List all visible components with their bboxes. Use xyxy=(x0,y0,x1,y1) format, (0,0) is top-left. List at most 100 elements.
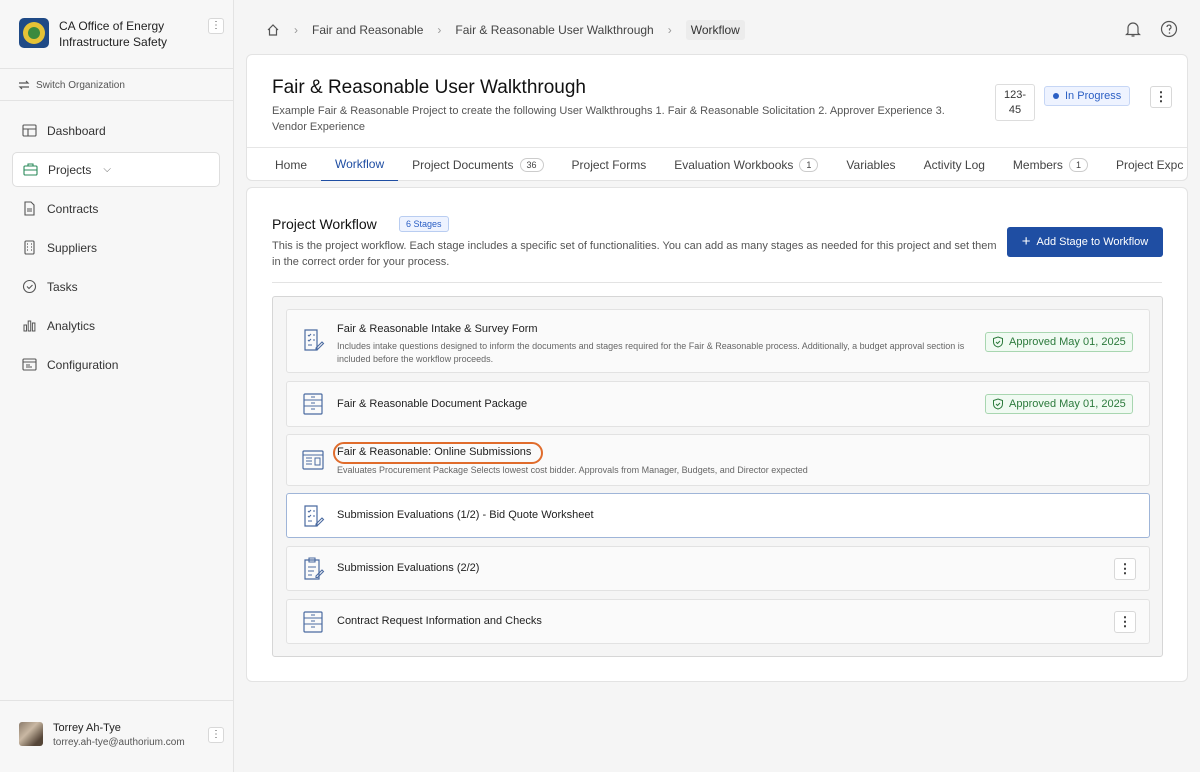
workflow-description: This is the project workflow. Each stage… xyxy=(272,240,997,268)
add-stage-button[interactable]: + Add Stage to Workflow xyxy=(1007,227,1163,257)
user-email: torrey.ah-tye@authorium.com xyxy=(53,737,185,748)
sidebar-item-label: Configuration xyxy=(47,357,119,372)
sidebar-item-projects[interactable]: Projects ⌵ xyxy=(12,152,220,187)
sidebar-item-label: Tasks xyxy=(47,279,78,294)
approved-badge: Approved May 01, 2025 xyxy=(985,332,1133,352)
stage-title: Fair & Reasonable Document Package xyxy=(337,398,528,410)
tab-evaluation-workbooks[interactable]: Evaluation Workbooks 1 xyxy=(660,148,832,181)
count-badge: 1 xyxy=(1068,158,1088,172)
stage-list: Fair & Reasonable Intake & Survey Form I… xyxy=(272,296,1163,657)
stage-menu-button[interactable]: ⋮ xyxy=(1114,611,1136,633)
stage-description: Evaluates Procurement Package Selects lo… xyxy=(337,465,808,475)
stage-item[interactable]: Fair & Reasonable: Online Submissions Ev… xyxy=(286,434,1150,486)
chevron-right-icon: › xyxy=(437,23,442,37)
breadcrumb-link[interactable]: Fair & Reasonable User Walkthrough xyxy=(455,23,653,37)
online-form-icon xyxy=(302,450,324,470)
chevron-down-icon: ⌵ xyxy=(103,164,111,175)
check-circle-icon xyxy=(22,279,37,294)
shield-check-icon xyxy=(993,336,1003,348)
clipboard-edit-icon xyxy=(304,557,325,580)
project-id: 123- 45 xyxy=(995,84,1035,121)
chevron-right-icon: › xyxy=(667,23,672,37)
tab-label: Home xyxy=(275,158,308,172)
tab-label: Activity Log xyxy=(923,158,985,172)
bar-chart-icon xyxy=(23,320,36,332)
sidebar-item-tasks[interactable]: Tasks xyxy=(12,269,220,304)
count-badge: 36 xyxy=(519,158,544,172)
org-menu-button[interactable]: ⋮ xyxy=(208,18,224,34)
stage-menu-button[interactable]: ⋮ xyxy=(1114,558,1136,580)
sidebar-divider xyxy=(0,100,233,101)
home-icon[interactable] xyxy=(266,23,280,37)
stage-item[interactable]: Fair & Reasonable Intake & Survey Form I… xyxy=(286,309,1150,373)
user-profile[interactable]: Torrey Ah-Tye torrey.ah-tye@authorium.co… xyxy=(0,700,233,772)
tab-label: Project Documents xyxy=(412,158,514,172)
tab-label: Project Expc xyxy=(1115,158,1184,172)
user-menu-button[interactable]: ⋮ xyxy=(208,727,224,743)
sidebar-item-label: Projects xyxy=(48,162,92,177)
approved-badge: Approved May 01, 2025 xyxy=(985,394,1133,414)
sidebar-item-dashboard[interactable]: Dashboard xyxy=(12,113,220,148)
count-badge: 1 xyxy=(799,158,819,172)
stage-item[interactable]: Contract Request Information and Checks … xyxy=(286,599,1150,644)
stage-title: Contract Request Information and Checks xyxy=(337,615,542,627)
tab-home[interactable]: Home xyxy=(247,148,321,181)
top-bar: › Fair and Reasonable › Fair & Reasonabl… xyxy=(234,0,1200,58)
tab-project-export[interactable]: Project Expc xyxy=(1102,148,1187,181)
status-label: In Progress xyxy=(1065,90,1122,102)
tab-workflow[interactable]: Workflow xyxy=(321,148,399,181)
tab-label: Variables xyxy=(846,158,896,172)
stage-item[interactable]: Fair & Reasonable Document Package Appro… xyxy=(286,381,1150,427)
plus-icon: + xyxy=(1021,233,1031,250)
switch-icon xyxy=(18,80,30,90)
building-icon xyxy=(24,240,35,255)
page-title: Fair & Reasonable User Walkthrough xyxy=(272,77,586,98)
approved-label: Approved May 01, 2025 xyxy=(1009,398,1126,410)
bell-icon[interactable] xyxy=(1124,20,1142,38)
help-icon[interactable] xyxy=(1160,20,1178,38)
file-cabinet-icon xyxy=(303,611,323,633)
tab-label: Members xyxy=(1012,158,1063,172)
settings-panel-icon xyxy=(22,358,37,371)
breadcrumb-current: Workflow xyxy=(685,20,745,40)
tab-label: Workflow xyxy=(335,157,385,171)
sidebar-item-suppliers[interactable]: Suppliers xyxy=(12,230,220,265)
org-logo xyxy=(19,18,49,48)
tab-project-documents[interactable]: Project Documents 36 xyxy=(398,148,557,181)
breadcrumb: › Fair and Reasonable › Fair & Reasonabl… xyxy=(266,20,745,40)
tab-variables[interactable]: Variables xyxy=(832,148,909,181)
project-id-line: 45 xyxy=(1008,104,1022,116)
file-cabinet-icon xyxy=(303,393,323,415)
document-icon xyxy=(24,201,35,216)
project-menu-button[interactable]: ⋮ xyxy=(1150,86,1172,108)
chevron-right-icon: › xyxy=(294,23,298,37)
switch-organization-label: Switch Organization xyxy=(36,79,125,91)
project-id-line: 123- xyxy=(1003,89,1027,101)
approved-label: Approved May 01, 2025 xyxy=(1009,336,1126,348)
breadcrumb-link[interactable]: Fair and Reasonable xyxy=(312,23,423,37)
tab-activity-log[interactable]: Activity Log xyxy=(910,148,999,181)
workflow-title: Project Workflow xyxy=(272,216,377,232)
org-header[interactable]: CA Office of Energy Infrastructure Safet… xyxy=(0,0,233,69)
stage-item[interactable]: Submission Evaluations (1/2) - Bid Quote… xyxy=(286,493,1150,538)
stage-description: Includes intake questions designed to in… xyxy=(337,341,965,364)
sidebar-item-analytics[interactable]: Analytics xyxy=(12,308,220,343)
user-name: Torrey Ah-Tye xyxy=(53,722,121,734)
stage-item[interactable]: Submission Evaluations (2/2) ⋮ xyxy=(286,546,1150,591)
checklist-edit-icon xyxy=(304,505,325,527)
tab-members[interactable]: Members 1 xyxy=(999,148,1102,181)
tab-project-forms[interactable]: Project Forms xyxy=(558,148,661,181)
checklist-edit-icon xyxy=(304,329,325,351)
tab-label: Project Forms xyxy=(571,158,647,172)
sidebar-item-label: Suppliers xyxy=(47,240,98,255)
project-header: Fair & Reasonable User Walkthrough Examp… xyxy=(246,54,1188,181)
switch-organization-link[interactable]: Switch Organization xyxy=(18,78,125,92)
status-dot-icon xyxy=(1053,93,1059,99)
add-stage-label: Add Stage to Workflow xyxy=(1036,236,1149,248)
sidebar-item-configuration[interactable]: Configuration xyxy=(12,347,220,382)
stage-title: Fair & Reasonable Intake & Survey Form xyxy=(337,323,538,335)
tab-label: Evaluation Workbooks xyxy=(674,158,794,172)
sidebar-item-contracts[interactable]: Contracts xyxy=(12,191,220,226)
highlight-annotation xyxy=(333,442,543,464)
project-description: Example Fair & Reasonable Project to cre… xyxy=(272,105,945,133)
